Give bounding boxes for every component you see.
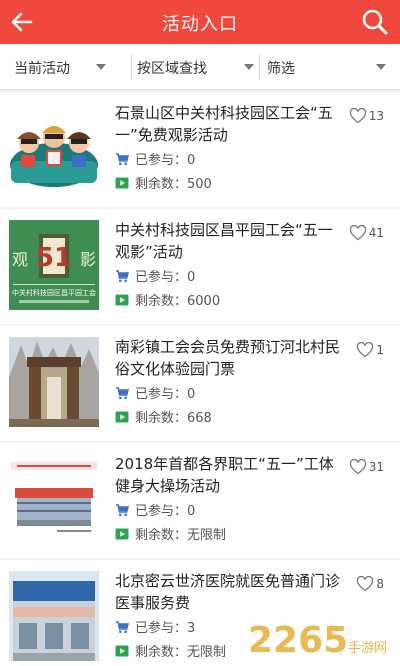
remaining-text: 剩余数：500 [135,177,212,192]
remaining-row: 剩余数：6000 [115,290,220,309]
list-item[interactable]: 石景山区中关村科技园区工会“五一”免费观影活动 13 已参与：0 剩余数：500 [0,92,400,207]
joined-text: 已参与：0 [135,504,196,519]
page-title: 活动入口 [162,14,238,35]
ticket-play-icon [115,177,129,188]
like-number: 1 [376,343,384,357]
remaining-text: 剩余数：6000 [135,294,221,309]
poster-caption: 中关村科技园区昌平园工会 [12,289,96,297]
search-icon[interactable] [360,7,390,37]
watermark-number: 2265 [248,620,348,660]
hospital-thumb [9,571,99,661]
remaining-text: 剩余数：668 [135,411,212,426]
joined-text: 已参与：0 [135,270,196,285]
remaining-row: 剩余数：无限制 [115,524,226,543]
ticket-play-icon [115,645,129,656]
filter-current-activity[interactable]: 当前活动 [0,44,132,90]
list-item[interactable]: 南彩镇工会会员免费预订河北村民俗文化体验园门票 1 已参与：0 剩余数：668 [0,326,400,441]
top-bar: 活动入口 [0,0,400,44]
activity-title: 石景山区中关村科技园区工会“五一”免费观影活动 [115,104,333,144]
remaining-row: 剩余数：668 [115,407,212,426]
watermark-label: 手游网 [348,641,387,656]
filter-label: 筛选 [267,61,295,77]
like-number: 8 [376,577,384,591]
activity-title: 中关村科技园区昌平园工会“五一观影”活动 [115,221,333,261]
activity-title: 北京密云世济医院就医免普通门诊医事服务费 [115,572,341,612]
joined-text: 已参与：3 [135,621,196,636]
chevron-down-icon [96,64,106,70]
poster-char-right: 影 [79,250,96,269]
cart-icon [116,269,129,282]
ticket-play-icon [115,528,129,539]
green-poster-thumb: 51 观 影 中关村科技园区昌平园工会 [9,220,99,310]
heart-icon [349,225,366,241]
joined-row: 已参与：0 [115,500,195,519]
filter-by-region[interactable]: 按区域查找 [132,44,260,90]
chevron-down-icon [244,64,254,70]
joined-row: 已参与：0 [115,383,195,402]
cart-icon [116,386,129,399]
stadium-thumb [9,454,99,544]
movie-audience-thumb [9,103,99,193]
remaining-row: 剩余数：500 [115,173,212,192]
like-number: 41 [368,226,384,240]
site-watermark: 2265 手游网 [244,614,394,661]
heart-icon [349,459,366,475]
remaining-row: 剩余数：无限制 [115,641,226,660]
cart-icon [116,152,129,165]
like-count[interactable]: 31 [349,459,384,475]
like-count[interactable]: 41 [349,225,384,241]
like-count[interactable]: 1 [356,342,384,358]
joined-row: 已参与：3 [115,617,195,636]
ticket-play-icon [115,411,129,422]
activity-title: 2018年首都各界职工“五一”工体健身大操场活动 [115,455,334,495]
remaining-text: 剩余数：无限制 [135,645,227,660]
like-number: 13 [368,109,384,123]
filter-bar: 当前活动 按区域查找 筛选 [0,44,400,90]
chevron-down-icon [376,64,386,70]
filter-label: 当前活动 [14,61,70,77]
gate-photo-thumb [9,337,99,427]
cart-icon [116,503,129,516]
filter-label: 按区域查找 [137,61,207,77]
joined-row: 已参与：0 [115,149,195,168]
like-count[interactable]: 13 [349,108,384,124]
poster-char-left: 观 [12,250,29,269]
cart-icon [116,620,129,633]
heart-icon [349,108,366,124]
list-item[interactable]: 51 观 影 中关村科技园区昌平园工会 中关村科技园区昌平园工会“五一观影”活动… [0,209,400,324]
remaining-text: 剩余数：无限制 [135,528,227,543]
joined-text: 已参与：0 [135,387,196,402]
joined-text: 已参与：0 [135,153,196,168]
like-number: 31 [368,460,384,474]
filter-screen[interactable]: 筛选 [260,44,400,90]
joined-row: 已参与：0 [115,266,195,285]
ticket-play-icon [115,294,129,305]
like-count[interactable]: 8 [356,576,384,592]
activity-title: 南彩镇工会会员免费预订河北村民俗文化体验园门票 [115,338,341,378]
heart-icon [357,576,374,592]
svg-text:51: 51 [36,243,72,273]
heart-icon [357,342,374,358]
list-item[interactable]: 2018年首都各界职工“五一”工体健身大操场活动 31 已参与：0 剩余数：无限… [0,443,400,558]
